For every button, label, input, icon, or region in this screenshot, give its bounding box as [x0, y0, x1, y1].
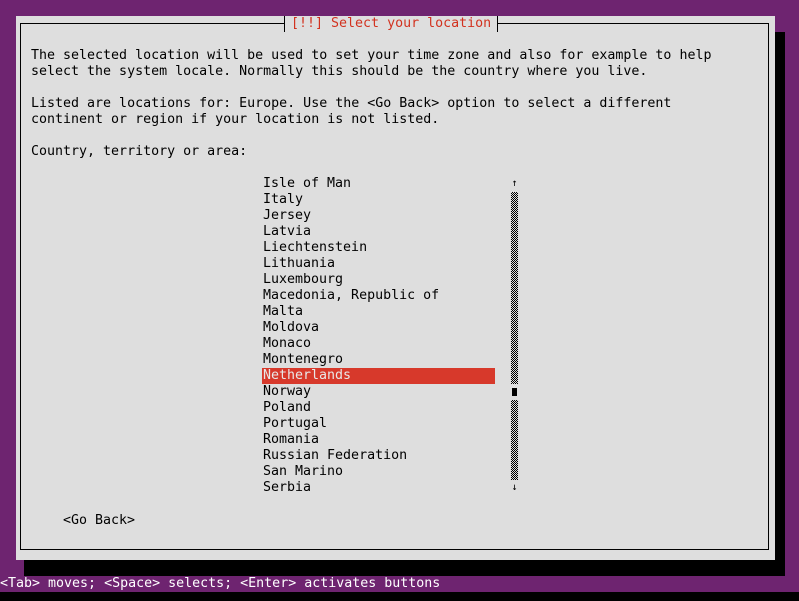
info-line-2: continent or region if your location is …	[31, 112, 440, 127]
list-item[interactable]: Moldova	[262, 320, 495, 336]
bottom-strip	[0, 592, 799, 601]
dialog-title: [!!] Select your location	[291, 16, 492, 31]
description-line-1: The selected location will be used to se…	[31, 48, 712, 63]
list-scrollbar[interactable]: ↑ ↓	[510, 176, 519, 496]
scroll-down-arrow-icon[interactable]: ↓	[510, 480, 519, 496]
dialog-shadow-bottom	[24, 560, 785, 577]
list-item[interactable]: Poland	[262, 400, 495, 416]
list-item[interactable]: Serbia	[262, 480, 495, 496]
list-item[interactable]: Latvia	[262, 224, 495, 240]
list-item[interactable]: Monaco	[262, 336, 495, 352]
dialog-shadow-right	[775, 32, 785, 577]
go-back-button[interactable]: <Go Back>	[63, 513, 135, 529]
list-item[interactable]: San Marino	[262, 464, 495, 480]
list-item[interactable]: Luxembourg	[262, 272, 495, 288]
list-item[interactable]: Jersey	[262, 208, 495, 224]
scroll-track-upper[interactable]	[511, 192, 518, 384]
list-item[interactable]: Macedonia, Republic of	[262, 288, 495, 304]
list-item[interactable]: Italy	[262, 192, 495, 208]
scroll-track-lower[interactable]	[511, 400, 518, 480]
list-item[interactable]: Norway	[262, 384, 495, 400]
description-line-2: select the system locale. Normally this …	[31, 64, 648, 79]
list-item[interactable]: Romania	[262, 432, 495, 448]
list-item[interactable]: Russian Federation	[262, 448, 495, 464]
list-label: Country, territory or area:	[31, 144, 248, 159]
dialog-title-box: [!!] Select your location	[284, 16, 499, 32]
scroll-thumb[interactable]	[512, 388, 517, 396]
list-item[interactable]: Montenegro	[262, 352, 495, 368]
list-item[interactable]: Malta	[262, 304, 495, 320]
list-item[interactable]: Liechtenstein	[262, 240, 495, 256]
list-item[interactable]: Lithuania	[262, 256, 495, 272]
info-line-1: Listed are locations for: Europe. Use th…	[31, 96, 672, 111]
list-item-selected[interactable]: Netherlands	[262, 368, 495, 384]
country-list[interactable]: Isle of Man Italy Jersey Latvia Liechtenstei…	[262, 176, 495, 496]
select-location-dialog: [!!] Select your location The selected l…	[16, 16, 775, 560]
list-item[interactable]: Portugal	[262, 416, 495, 432]
scroll-up-arrow-icon[interactable]: ↑	[510, 176, 519, 192]
list-item[interactable]: Isle of Man	[262, 176, 495, 192]
status-bar: <Tab> moves; <Space> selects; <Enter> ac…	[0, 576, 794, 592]
